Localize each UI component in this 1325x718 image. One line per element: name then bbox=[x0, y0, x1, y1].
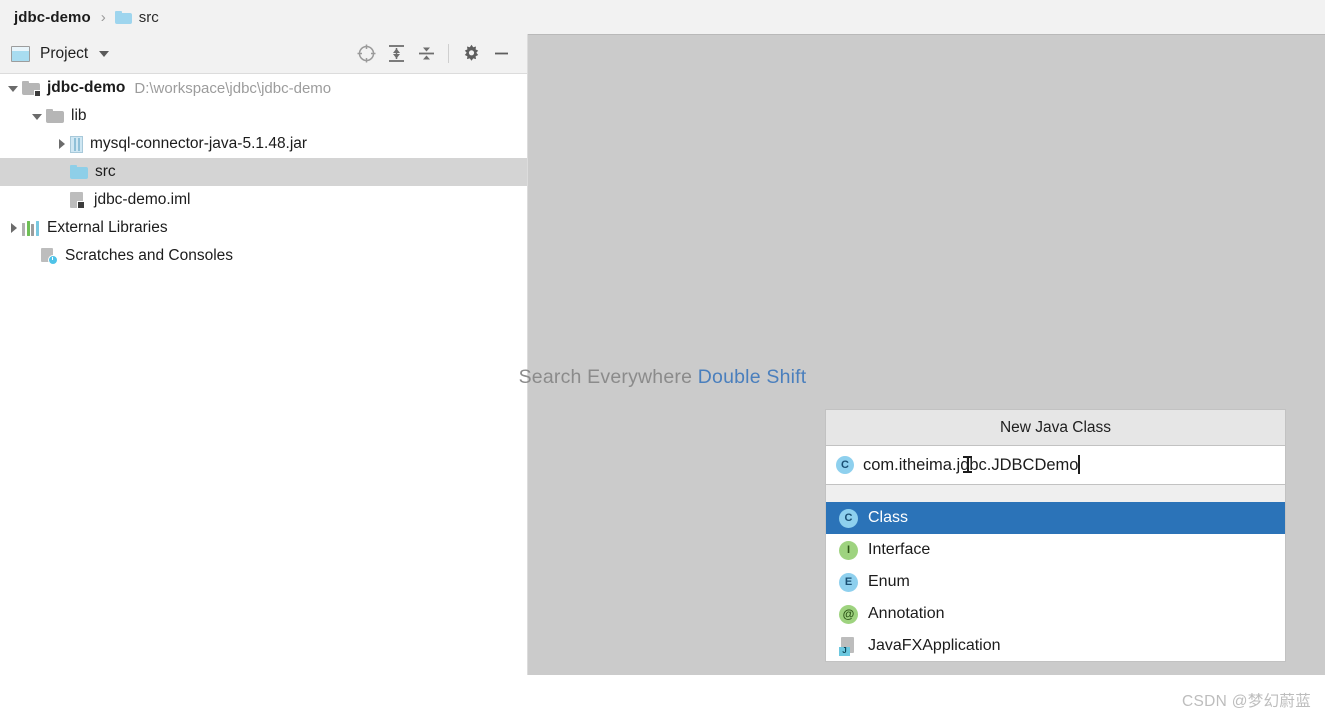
tree-row-label: mysql-connector-java-5.1.48.jar bbox=[90, 135, 308, 152]
kind-option-label: JavaFXApplication bbox=[868, 637, 1001, 654]
toolbar-separator bbox=[448, 44, 449, 63]
libraries-icon bbox=[22, 220, 40, 236]
new-java-class-title: New Java Class bbox=[825, 409, 1286, 446]
locate-icon[interactable] bbox=[351, 40, 381, 68]
kind-option[interactable]: J JavaFXApplication bbox=[826, 630, 1285, 662]
text-caret bbox=[1078, 455, 1080, 474]
tree-row-label: External Libraries bbox=[47, 219, 168, 236]
interface-icon: I bbox=[839, 540, 858, 560]
tree-row[interactable]: jdbc-demo.iml bbox=[0, 186, 528, 214]
folder-icon bbox=[114, 10, 132, 24]
kind-option-label: Annotation bbox=[868, 605, 945, 622]
chevron-right-icon[interactable] bbox=[8, 222, 19, 234]
kind-option[interactable]: C Class bbox=[826, 502, 1285, 534]
kind-option-label: Enum bbox=[868, 573, 910, 590]
breadcrumb-separator-icon: › bbox=[100, 8, 106, 26]
chevron-down-icon[interactable] bbox=[32, 111, 43, 122]
new-java-class-kind-list[interactable]: C Class I Interface E Enum @ Annotation J JavaFXA… bbox=[825, 502, 1286, 662]
project-tool-window-title[interactable]: Project bbox=[40, 45, 88, 63]
new-java-class-input[interactable]: C com.itheima.jdbc.JDBCDemo bbox=[825, 446, 1286, 485]
javafx-application-icon: J bbox=[839, 636, 858, 656]
kind-option[interactable]: E Enum bbox=[826, 566, 1285, 598]
enum-icon: E bbox=[839, 572, 858, 592]
iml-file-icon bbox=[70, 191, 87, 209]
ide-window: jdbc-demo › src Project jdbc-demo D:\wor… bbox=[0, 0, 1325, 718]
chevron-down-icon[interactable] bbox=[99, 50, 110, 57]
project-tool-window-header: Project bbox=[0, 34, 528, 74]
tree-row[interactable]: mysql-connector-java-5.1.48.jar bbox=[0, 130, 528, 158]
tree-row-label: jdbc-demo bbox=[47, 79, 126, 96]
kind-option[interactable]: I Interface bbox=[826, 534, 1285, 566]
kind-option[interactable]: @ Annotation bbox=[826, 598, 1285, 630]
tree-row-label: lib bbox=[71, 107, 87, 124]
project-icon bbox=[11, 45, 30, 62]
breadcrumb: jdbc-demo › src bbox=[0, 0, 1325, 34]
folder-icon bbox=[46, 108, 64, 124]
class-icon-glyph: C bbox=[841, 458, 849, 471]
source-folder-icon bbox=[70, 164, 88, 180]
tree-row-path: D:\workspace\jdbc\jdbc-demo bbox=[134, 79, 332, 97]
kind-option-label: Class bbox=[868, 509, 909, 526]
tree-row[interactable]: src bbox=[0, 158, 528, 186]
jar-icon bbox=[70, 135, 83, 153]
minimize-icon[interactable] bbox=[486, 40, 516, 68]
tree-row[interactable]: jdbc-demo D:\workspace\jdbc\jdbc-demo bbox=[0, 74, 528, 102]
tree-row[interactable]: External Libraries bbox=[0, 214, 528, 242]
tree-row-label: src bbox=[95, 163, 116, 180]
module-icon bbox=[22, 80, 41, 97]
search-everywhere-hint: Search Everywhere Double Shift bbox=[0, 366, 1325, 389]
dialog-spacer bbox=[825, 485, 1286, 502]
search-everywhere-shortcut: Double Shift bbox=[697, 366, 807, 388]
mouse-ibeam-cursor bbox=[963, 455, 972, 475]
tool-window-actions bbox=[351, 40, 528, 68]
annotation-icon: @ bbox=[839, 604, 858, 624]
tree-row[interactable]: lib bbox=[0, 102, 528, 130]
watermark: CSDN @梦幻蔚蓝 bbox=[1182, 693, 1311, 710]
breadcrumb-folder[interactable]: src bbox=[139, 9, 159, 26]
gear-icon[interactable] bbox=[456, 40, 486, 68]
class-icon: C bbox=[839, 508, 858, 528]
search-everywhere-label: Search Everywhere bbox=[518, 366, 693, 388]
scratches-icon bbox=[40, 247, 58, 265]
kind-option-label: Interface bbox=[868, 541, 931, 558]
tree-row[interactable]: Scratches and Consoles bbox=[0, 242, 528, 270]
expand-all-icon[interactable] bbox=[381, 40, 411, 68]
tree-row-label: jdbc-demo.iml bbox=[94, 191, 191, 208]
breadcrumb-project[interactable]: jdbc-demo bbox=[14, 9, 91, 26]
collapse-all-icon[interactable] bbox=[411, 40, 441, 68]
chevron-right-icon[interactable] bbox=[56, 138, 67, 150]
class-icon: C bbox=[836, 456, 854, 474]
chevron-down-icon[interactable] bbox=[8, 83, 19, 94]
tree-row-label: Scratches and Consoles bbox=[65, 247, 234, 264]
